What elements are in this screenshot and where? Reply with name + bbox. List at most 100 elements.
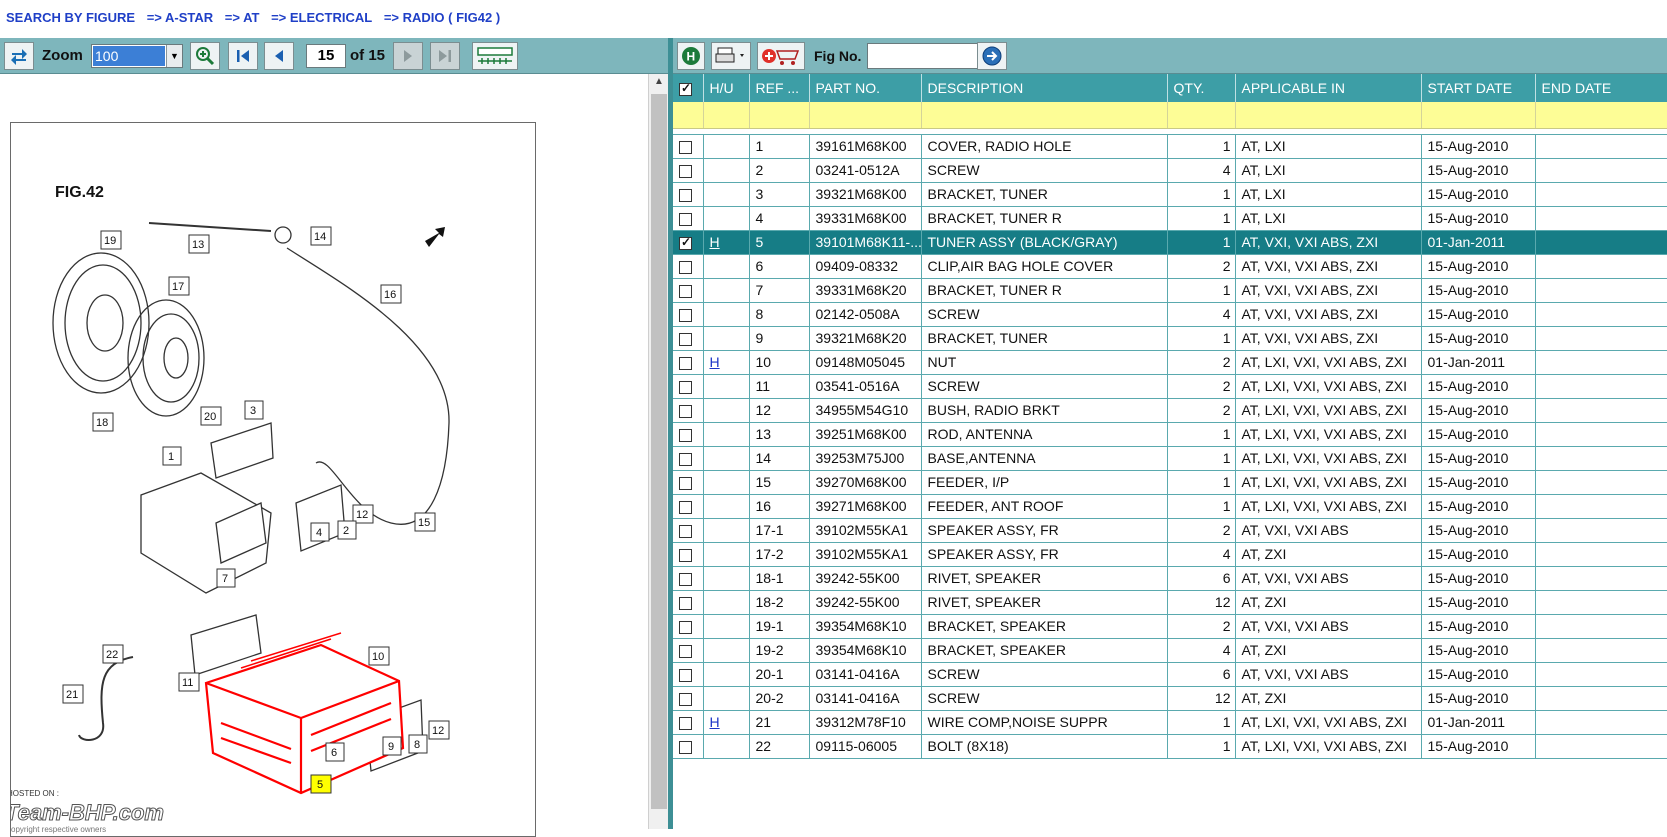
row-checkbox-cell[interactable] — [673, 133, 704, 159]
history-icon[interactable]: H — [677, 42, 705, 70]
row-checkbox[interactable] — [679, 524, 692, 538]
row-checkbox[interactable] — [679, 428, 692, 442]
row-checkbox[interactable] — [679, 692, 692, 706]
breadcrumb-item[interactable]: => RADIO ( FIG42 ) — [384, 10, 500, 25]
filter-cell[interactable] — [1535, 102, 1667, 129]
table-row[interactable]: 2 03241-0512A SCREW 4 AT, LXI 15-Aug-2010 — [673, 157, 1667, 183]
fit-width-icon[interactable] — [472, 42, 518, 70]
row-checkbox-cell[interactable] — [673, 253, 704, 279]
table-row[interactable]: 18-2 39242-55K00 RIVET, SPEAKER 12 AT, ZXI 15… — [673, 589, 1667, 615]
column-header-hu[interactable]: H/U — [703, 74, 750, 102]
row-checkbox[interactable] — [679, 235, 692, 250]
fig-number-input[interactable] — [867, 43, 992, 69]
table-row[interactable]: 14 39253M75J00 BASE,ANTENNA 1 AT, LXI, VXI, … — [673, 445, 1667, 471]
table-row[interactable]: 8 02142-0508A SCREW 4 AT, VXI, VXI ABS, ZXI 1… — [673, 301, 1667, 327]
callout-22[interactable]: 22 — [102, 644, 124, 664]
row-checkbox[interactable] — [679, 500, 692, 514]
table-row[interactable]: 13 39251M68K00 ROD, ANTENNA 1 AT, LXI, VXI, … — [673, 421, 1667, 447]
breadcrumb-item[interactable]: SEARCH BY FIGURE — [6, 10, 135, 25]
row-checkbox-cell[interactable] — [673, 349, 704, 375]
row-checkbox[interactable] — [679, 620, 692, 634]
scrollbar-thumb[interactable] — [651, 94, 667, 809]
row-checkbox[interactable] — [679, 452, 692, 466]
filter-cell[interactable] — [703, 102, 750, 129]
scroll-up-icon[interactable]: ▲ — [649, 76, 669, 90]
filter-cell[interactable] — [1421, 102, 1536, 129]
row-checkbox-cell[interactable] — [673, 181, 704, 207]
first-page-icon[interactable] — [228, 42, 258, 70]
column-header-start-date[interactable]: START DATE — [1421, 74, 1536, 102]
callout-8[interactable]: 8 — [408, 734, 428, 754]
table-row[interactable]: 6 09409-08332 CLIP,AIR BAG HOLE COVER 2 AT, … — [673, 253, 1667, 279]
row-checkbox[interactable] — [679, 212, 692, 226]
row-checkbox-cell[interactable] — [673, 565, 704, 591]
select-all-header[interactable] — [673, 74, 704, 102]
row-checkbox-cell[interactable] — [673, 637, 704, 663]
callout-11[interactable]: 11 — [178, 672, 200, 692]
row-checkbox[interactable] — [679, 308, 692, 322]
figure-scrollbar[interactable]: ▲ — [648, 74, 668, 829]
breadcrumb-item[interactable]: => AT — [225, 10, 260, 25]
row-checkbox[interactable] — [679, 332, 692, 346]
callout-10[interactable]: 10 — [368, 646, 390, 666]
page-number-input[interactable]: 15 — [306, 44, 346, 68]
column-header-end-date[interactable]: END DATE — [1535, 74, 1667, 102]
swap-icon[interactable] — [4, 42, 34, 70]
filter-cell[interactable] — [921, 102, 1168, 129]
go-arrow-icon[interactable] — [977, 42, 1007, 70]
row-checkbox-cell[interactable] — [673, 661, 704, 687]
row-checkbox[interactable] — [679, 716, 692, 730]
table-row[interactable]: 22 09115-06005 BOLT (8X18) 1 AT, LXI, VXI, V… — [673, 733, 1667, 759]
table-row[interactable]: 11 03541-0516A SCREW 2 AT, LXI, VXI, VXI ABS… — [673, 373, 1667, 399]
row-checkbox[interactable] — [679, 164, 692, 178]
callout-21[interactable]: 21 — [62, 684, 84, 704]
table-row[interactable]: 1 39161M68K00 COVER, RADIO HOLE 1 AT, LXI 15-… — [673, 133, 1667, 159]
callout-3[interactable]: 3 — [244, 400, 264, 420]
callout-6[interactable]: 6 — [325, 742, 345, 762]
callout-4[interactable]: 4 — [310, 522, 330, 542]
row-checkbox-cell[interactable] — [673, 469, 704, 495]
row-checkbox[interactable] — [679, 548, 692, 562]
column-header-part-no[interactable]: PART NO. — [809, 74, 922, 102]
cell-hu[interactable]: H — [703, 709, 750, 735]
callout-12b[interactable]: 12 — [428, 720, 450, 740]
zoom-in-icon[interactable] — [190, 42, 220, 70]
print-icon[interactable] — [711, 42, 751, 70]
zoom-select[interactable]: 100 ▼ — [91, 44, 183, 68]
callout-19[interactable]: 19 — [100, 230, 122, 250]
table-row[interactable]: 18-1 39242-55K00 RIVET, SPEAKER 6 AT, VXI, V… — [673, 565, 1667, 591]
table-row[interactable]: 9 39321M68K20 BRACKET, TUNER 1 AT, VXI, VXI … — [673, 325, 1667, 351]
table-row[interactable]: 17-1 39102M55KA1 SPEAKER ASSY, FR 2 AT, VXI,… — [673, 517, 1667, 543]
row-checkbox-cell[interactable] — [673, 157, 704, 183]
callout-12[interactable]: 12 — [352, 504, 374, 524]
row-checkbox-cell[interactable] — [673, 493, 704, 519]
row-checkbox[interactable] — [679, 644, 692, 658]
row-checkbox-cell[interactable] — [673, 445, 704, 471]
row-checkbox[interactable] — [679, 380, 692, 394]
add-to-cart-icon[interactable] — [757, 42, 805, 70]
table-row[interactable]: 12 34955M54G10 BUSH, RADIO BRKT 2 AT, LXI, V… — [673, 397, 1667, 423]
row-checkbox[interactable] — [679, 572, 692, 586]
column-header-qty[interactable]: QTY. — [1167, 74, 1236, 102]
row-checkbox-cell[interactable] — [673, 373, 704, 399]
row-checkbox[interactable] — [679, 188, 692, 202]
callout-15[interactable]: 15 — [414, 512, 436, 532]
row-checkbox-cell[interactable] — [673, 277, 704, 303]
callout-9[interactable]: 9 — [382, 736, 402, 756]
cell-hu[interactable]: H — [703, 229, 750, 255]
table-row[interactable]: 7 39331M68K20 BRACKET, TUNER R 1 AT, VXI, VX… — [673, 277, 1667, 303]
row-checkbox-cell[interactable] — [673, 397, 704, 423]
parts-diagram[interactable]: FIG.42 19 13 14 17 16 18 20 3 1 12 4 2 1… — [10, 122, 536, 837]
row-checkbox-cell[interactable] — [673, 421, 704, 447]
hu-link[interactable]: H — [710, 234, 720, 250]
callout-16[interactable]: 16 — [380, 284, 402, 304]
row-checkbox-cell[interactable] — [673, 301, 704, 327]
previous-page-icon[interactable] — [264, 42, 294, 70]
table-row[interactable]: 17-2 39102M55KA1 SPEAKER ASSY, FR 4 AT, ZXI 1… — [673, 541, 1667, 567]
breadcrumb-item[interactable]: => A-STAR — [147, 10, 213, 25]
callout-17[interactable]: 17 — [168, 276, 190, 296]
row-checkbox-cell[interactable] — [673, 229, 704, 255]
row-checkbox-cell[interactable] — [673, 589, 704, 615]
table-row[interactable]: 16 39271M68K00 FEEDER, ANT ROOF 1 AT, LXI, V… — [673, 493, 1667, 519]
row-checkbox-cell[interactable] — [673, 613, 704, 639]
